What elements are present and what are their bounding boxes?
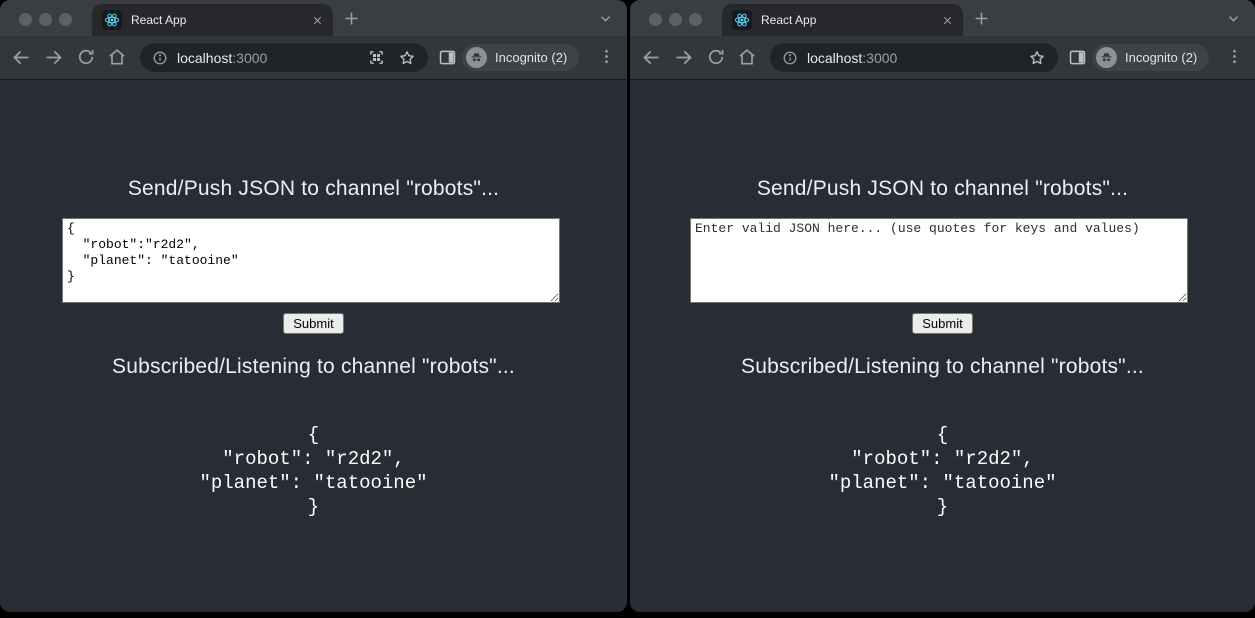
react-favicon-icon: [732, 10, 752, 30]
address-bar[interactable]: localhost:3000: [140, 43, 428, 72]
tab-strip: React App: [630, 0, 1255, 36]
submit-row: Submit: [630, 313, 1255, 334]
window-controls[interactable]: [649, 13, 702, 26]
incognito-badge[interactable]: Incognito (2): [1092, 44, 1209, 71]
page-content: Send/Push JSON to channel "robots"... Su…: [630, 79, 1255, 612]
window-controls[interactable]: [19, 13, 72, 26]
tab-close-icon[interactable]: [942, 15, 953, 26]
side-panel-icon[interactable]: [1068, 48, 1087, 67]
window-close-button[interactable]: [649, 13, 662, 26]
qr-code-icon[interactable]: [368, 49, 385, 66]
incognito-icon: [466, 47, 487, 68]
new-tab-icon[interactable]: [972, 9, 991, 28]
page-content: Send/Push JSON to channel "robots"... { …: [0, 79, 627, 612]
back-icon[interactable]: [641, 47, 662, 68]
side-panel-icon[interactable]: [438, 48, 457, 67]
back-icon[interactable]: [11, 47, 32, 68]
send-heading: Send/Push JSON to channel "robots"...: [0, 177, 627, 201]
browser-menu-icon[interactable]: [597, 47, 616, 66]
url-host: localhost: [807, 50, 862, 66]
window-zoom-button[interactable]: [689, 13, 702, 26]
bookmark-star-icon[interactable]: [398, 49, 416, 67]
react-favicon-icon: [102, 10, 122, 30]
incognito-label: Incognito (2): [495, 50, 567, 65]
reload-icon[interactable]: [76, 47, 96, 67]
url-text: localhost:3000: [807, 50, 897, 66]
received-json: { "robot": "r2d2", "planet": "tatooine" …: [630, 423, 1255, 519]
address-bar[interactable]: localhost:3000: [770, 43, 1058, 72]
window-minimize-button[interactable]: [39, 13, 52, 26]
listen-heading: Subscribed/Listening to channel "robots"…: [0, 355, 627, 379]
browser-toolbar: localhost:3000 Incognito (2): [0, 36, 627, 79]
submit-row: Submit: [0, 313, 627, 334]
url-port: :3000: [232, 50, 267, 66]
url-port: :3000: [862, 50, 897, 66]
browser-window-left: React App localhost:3000: [0, 0, 627, 612]
window-minimize-button[interactable]: [669, 13, 682, 26]
url-text: localhost:3000: [177, 50, 267, 66]
browser-toolbar: localhost:3000 Incognito (2): [630, 36, 1255, 79]
incognito-label: Incognito (2): [1125, 50, 1197, 65]
json-input[interactable]: [690, 218, 1188, 303]
submit-button[interactable]: Submit: [912, 313, 972, 334]
json-input[interactable]: { "robot":"r2d2", "planet": "tatooine" }: [62, 218, 560, 303]
tab-title: React App: [131, 13, 312, 27]
browser-menu-icon[interactable]: [1225, 47, 1244, 66]
reload-icon[interactable]: [706, 47, 726, 67]
site-info-icon[interactable]: [152, 50, 168, 66]
bookmark-star-icon[interactable]: [1028, 49, 1046, 67]
new-tab-icon[interactable]: [342, 9, 361, 28]
tab-search-chevron-icon[interactable]: [598, 11, 613, 26]
home-icon[interactable]: [737, 47, 757, 67]
forward-icon[interactable]: [673, 47, 694, 68]
tab-title: React App: [761, 13, 942, 27]
incognito-badge[interactable]: Incognito (2): [462, 44, 579, 71]
tab-search-chevron-icon[interactable]: [1226, 11, 1241, 26]
window-close-button[interactable]: [19, 13, 32, 26]
browser-tab[interactable]: React App: [722, 4, 963, 36]
send-heading: Send/Push JSON to channel "robots"...: [630, 177, 1255, 201]
home-icon[interactable]: [107, 47, 127, 67]
forward-icon[interactable]: [43, 47, 64, 68]
tab-strip: React App: [0, 0, 627, 36]
submit-button[interactable]: Submit: [283, 313, 343, 334]
received-json: { "robot": "r2d2", "planet": "tatooine" …: [0, 423, 627, 519]
listen-heading: Subscribed/Listening to channel "robots"…: [630, 355, 1255, 379]
incognito-icon: [1096, 47, 1117, 68]
url-host: localhost: [177, 50, 232, 66]
browser-window-right: React App localhost:3000: [630, 0, 1255, 612]
browser-tab[interactable]: React App: [92, 4, 333, 36]
tab-close-icon[interactable]: [312, 15, 323, 26]
window-zoom-button[interactable]: [59, 13, 72, 26]
site-info-icon[interactable]: [782, 50, 798, 66]
